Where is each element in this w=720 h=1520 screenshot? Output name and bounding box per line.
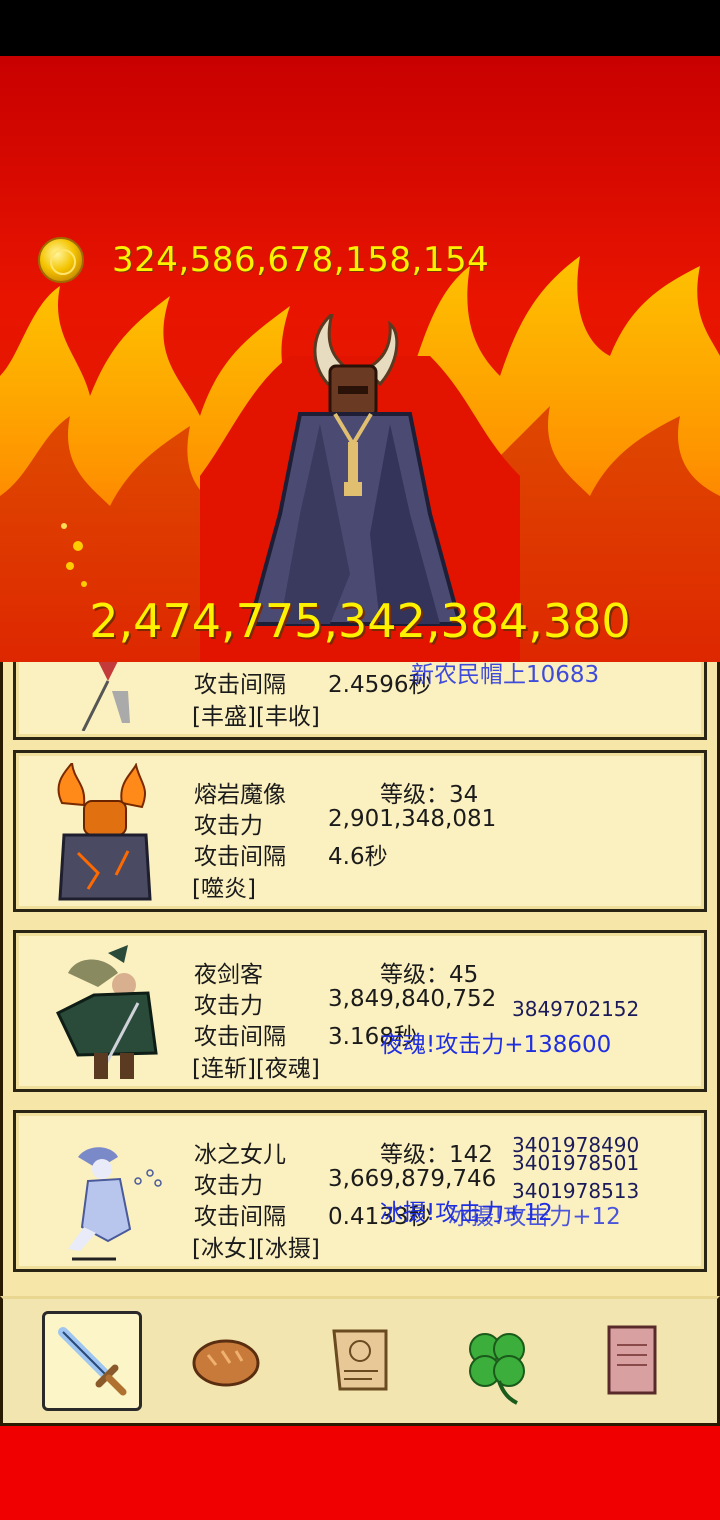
hero-attack-label: 攻击力 <box>194 813 263 839</box>
gold-counter: 324,586,678,158,154 <box>38 236 489 284</box>
hero-list[interactable]: 攻击间隔 2.4596秒 [丰盛][丰收] 新农民帽上10683 熔岩魔像 等级… <box>0 662 720 1296</box>
damage-number: 3849702152 <box>512 997 640 1021</box>
hero-card[interactable]: 攻击间隔 2.4596秒 [丰盛][丰收] 新农民帽上10683 <box>13 662 707 740</box>
hero-level: 等级：142 <box>380 1142 493 1168</box>
hero-interval: 4.6秒 <box>328 844 388 870</box>
hero-attack-label: 攻击力 <box>194 1173 263 1199</box>
sword-icon <box>58 1327 127 1396</box>
hero-name: 冰之女儿 <box>194 1142 286 1168</box>
hero-card[interactable]: 冰之女儿 等级：142 攻击力 3,669,879,746 攻击间隔 0.413… <box>13 1110 707 1272</box>
clover-icon <box>469 1333 525 1405</box>
hero-attack: 2,901,348,081 <box>328 806 497 832</box>
floating-buff-text: 新农民帽上10683 <box>411 662 600 688</box>
hero-attack: 3,669,879,746 <box>328 1166 497 1192</box>
tab-quests[interactable] <box>312 1311 412 1411</box>
lava-golem-sprite <box>57 763 152 901</box>
bottom-red-area <box>0 1426 720 1520</box>
floating-buff-text: 夜魂!攻击力+138600 <box>380 1032 612 1058</box>
gold-coin-icon <box>38 237 84 283</box>
bottom-tab-bar <box>0 1296 720 1426</box>
damage-number: 3401978501 <box>512 1151 640 1175</box>
hero-level: 等级：45 <box>380 962 479 988</box>
hero-card[interactable]: 熔岩魔像 等级：34 攻击力 2,901,348,081 攻击间隔 4.6秒 [… <box>13 750 707 912</box>
scroll-icon <box>332 1329 388 1391</box>
hero-attack-label: 攻击力 <box>194 993 263 1019</box>
hero-interval-label: 攻击间隔 <box>194 1024 286 1050</box>
hero-interval-label: 攻击间隔 <box>194 672 286 698</box>
tab-heroes[interactable] <box>42 1311 142 1411</box>
hero-skills: [连斩][夜魂] <box>192 1056 320 1082</box>
gold-amount: 324,586,678,158,154 <box>112 240 490 280</box>
ice-maiden-sprite <box>68 1147 162 1261</box>
book-icon <box>607 1325 657 1395</box>
night-swordsman-sprite <box>56 945 158 1080</box>
hero-interval-label: 攻击间隔 <box>194 1204 286 1230</box>
boss-hp-value: 2,474,775,342,384,380 <box>89 594 631 648</box>
battle-arena[interactable]: 324,586,678,158,154 2,474,775,342,384,38… <box>0 56 720 662</box>
bread-icon <box>192 1339 260 1387</box>
hero-interval-label: 攻击间隔 <box>194 844 286 870</box>
hero-skills: [噬炎] <box>192 876 256 902</box>
hero-skills: [冰女][冰摄] <box>192 1236 320 1262</box>
hero-card[interactable]: 夜剑客 等级：45 攻击力 3,849,840,752 攻击间隔 3.168秒 … <box>13 930 707 1092</box>
tab-food[interactable] <box>176 1311 276 1411</box>
hero-level: 等级：34 <box>380 782 479 808</box>
hero-name: 熔岩魔像 <box>194 782 286 808</box>
floating-buff-text: 冰摄!攻击力+12 <box>448 1204 621 1230</box>
hero-skills: [丰盛][丰收] <box>192 704 320 730</box>
tab-luck[interactable] <box>447 1311 547 1411</box>
tab-book[interactable] <box>583 1311 683 1411</box>
hero-attack: 3,849,840,752 <box>328 986 497 1012</box>
status-bar <box>0 0 720 56</box>
spear-knight-sprite <box>81 662 130 731</box>
hero-name: 夜剑客 <box>194 962 263 988</box>
boss-sprite[interactable] <box>240 314 470 634</box>
